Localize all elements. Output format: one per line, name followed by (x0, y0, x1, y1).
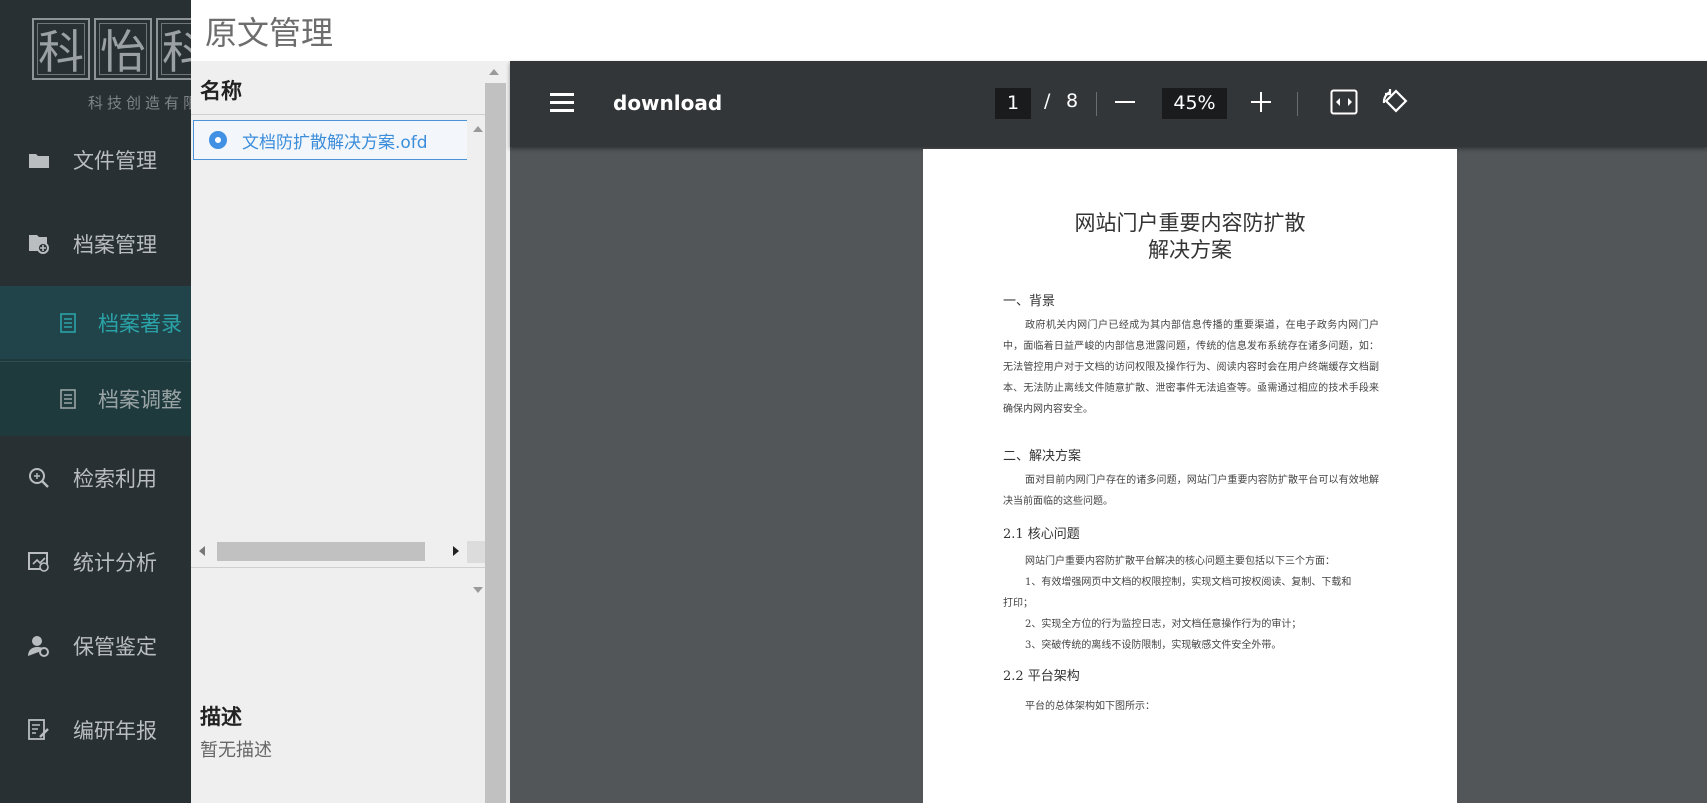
panel-vertical-scrollbar[interactable] (485, 61, 506, 803)
document-icon (60, 388, 78, 410)
paragraph: 1、有效增强网页中文档的权限控制，实现文档可按权阅读、复制、下载和 (1025, 577, 1352, 588)
folder-icon (26, 148, 52, 172)
paragraph: 政府机关内网门户已经成为其内部信息传播的重要渠道，在电子政务内网门户中，面临着日… (1003, 320, 1379, 415)
search-icon (26, 466, 52, 490)
sidebar-item-annual-report[interactable]: 编研年报 (0, 700, 191, 760)
sidebar-item-label: 编研年报 (73, 719, 157, 743)
radio-selected-icon[interactable] (209, 131, 227, 149)
sidebar-item-label: 保管鉴定 (73, 635, 157, 659)
sidebar-item-statistics[interactable]: 统计分析 (0, 532, 191, 592)
divider (191, 567, 485, 568)
zoom-input[interactable]: 45% (1162, 88, 1227, 119)
logo-char: 怡 (94, 18, 152, 80)
sidebar-item-label: 统计分析 (73, 551, 157, 575)
divider (191, 114, 485, 115)
file-list-item[interactable]: 文档防扩散解决方案.ofd (193, 120, 467, 160)
file-list-vertical-scrollbar[interactable] (473, 126, 483, 596)
chart-icon (26, 550, 52, 574)
logo-char: 科 (32, 18, 90, 80)
fit-to-page-icon[interactable] (1330, 89, 1358, 115)
document-heading: 解决方案 (1148, 238, 1232, 262)
sidebar-subitem-archive-adjustment[interactable]: 档案调整 (0, 361, 191, 435)
document-page: 网站门户重要内容防扩散 解决方案 一、背景 政府机关内网门户已经成为其内部信息传… (923, 149, 1457, 803)
rotate-icon[interactable] (1380, 87, 1410, 117)
section-title: 二、解决方案 (1003, 449, 1082, 464)
page-number-input[interactable]: 1 (995, 88, 1031, 119)
sidebar-item-custody[interactable]: 保管鉴定 (0, 616, 191, 676)
document-heading: 网站门户重要内容防扩散 (1074, 211, 1306, 235)
file-list-panel: 名称 文档防扩散解决方案.ofd 描述 暂无描述 (191, 61, 485, 803)
report-icon (26, 718, 52, 742)
paragraph: 打印； (1003, 598, 1033, 609)
paragraph: 2、实现全方位的行为监控日志，对文档任意操作行为的审计； (1025, 619, 1302, 630)
logo-subtitle: 科技创造有限 (88, 94, 191, 112)
page-title: 原文管理 (205, 14, 334, 52)
paragraph: 3、突破传统的离线不设防限制，实现敏感文件安全外带。 (1025, 640, 1282, 651)
zoom-in-icon[interactable] (1251, 92, 1271, 112)
sidebar-item-label: 检索利用 (73, 467, 157, 491)
sidebar-item-file-management[interactable]: 文件管理 (0, 130, 191, 190)
scroll-left-icon[interactable] (199, 546, 205, 556)
archive-icon (26, 232, 52, 256)
user-gear-icon (26, 634, 52, 658)
file-name: 文档防扩散解决方案.ofd (242, 132, 428, 153)
document-viewer: download 1 / 8 45% 网站门户重要内容防扩散 解决方案 一、背景… (510, 61, 1707, 803)
scroll-right-icon[interactable] (453, 546, 459, 556)
name-column-header: 名称 (200, 79, 242, 103)
paragraph: 网站门户重要内容防扩散平台解决的核心问题主要包括以下三个方面： (1025, 556, 1335, 567)
description-value: 暂无描述 (200, 740, 272, 761)
scrollbar-corner (467, 541, 485, 563)
description-label: 描述 (200, 705, 242, 729)
zoom-out-icon[interactable] (1115, 101, 1135, 103)
file-list-horizontal-scrollbar[interactable] (193, 540, 469, 562)
file-list: 文档防扩散解决方案.ofd (193, 119, 468, 603)
sidebar-item-search[interactable]: 检索利用 (0, 448, 191, 508)
sidebar-item-label: 档案管理 (73, 233, 157, 257)
sidebar-item-label: 文件管理 (73, 149, 157, 173)
original-file-panel: 原文管理 名称 文档防扩散解决方案.ofd 描述 暂无描述 download 1… (191, 0, 1707, 803)
document-icon (60, 312, 78, 334)
sidebar-subitem-archive-cataloging[interactable]: 档案著录 (0, 286, 191, 359)
scroll-up-icon[interactable] (489, 69, 499, 75)
total-pages: 8 (1066, 90, 1079, 112)
app-sidebar: 科 怡 科 科技创造有限 文件管理 档案管理 档案著录 档案调整 检索利用 统计… (0, 0, 191, 803)
sidebar-item-archive-management[interactable]: 档案管理 (0, 214, 191, 274)
panel-header: 原文管理 (191, 0, 1707, 61)
section-title: 2.2 平台架构 (1003, 669, 1080, 684)
menu-icon[interactable] (550, 93, 574, 113)
paragraph: 平台的总体架构如下图所示： (1025, 701, 1155, 712)
toolbar-divider (1297, 92, 1298, 116)
archive-submenu: 档案著录 档案调整 (0, 286, 191, 436)
page-separator: / (1044, 90, 1051, 112)
sidebar-item-label: 档案著录 (98, 311, 182, 336)
logo-char: 科 (156, 18, 191, 80)
scroll-down-icon[interactable] (473, 587, 483, 593)
section-title: 2.1 核心问题 (1003, 527, 1080, 542)
scroll-up-icon[interactable] (473, 126, 483, 132)
toolbar-divider (1096, 92, 1097, 116)
brand-logo: 科 怡 科 (32, 18, 191, 84)
sidebar-item-label: 档案调整 (98, 387, 182, 412)
scrollbar-thumb[interactable] (217, 542, 425, 561)
paragraph: 面对目前内网门户存在的诸多问题，网站门户重要内容防扩散平台可以有效地解决当前面临… (1003, 475, 1379, 507)
document-title: download (613, 91, 723, 115)
section-title: 一、背景 (1003, 294, 1056, 309)
viewer-toolbar: download 1 / 8 45% (510, 61, 1707, 147)
scrollbar-thumb[interactable] (485, 83, 506, 803)
